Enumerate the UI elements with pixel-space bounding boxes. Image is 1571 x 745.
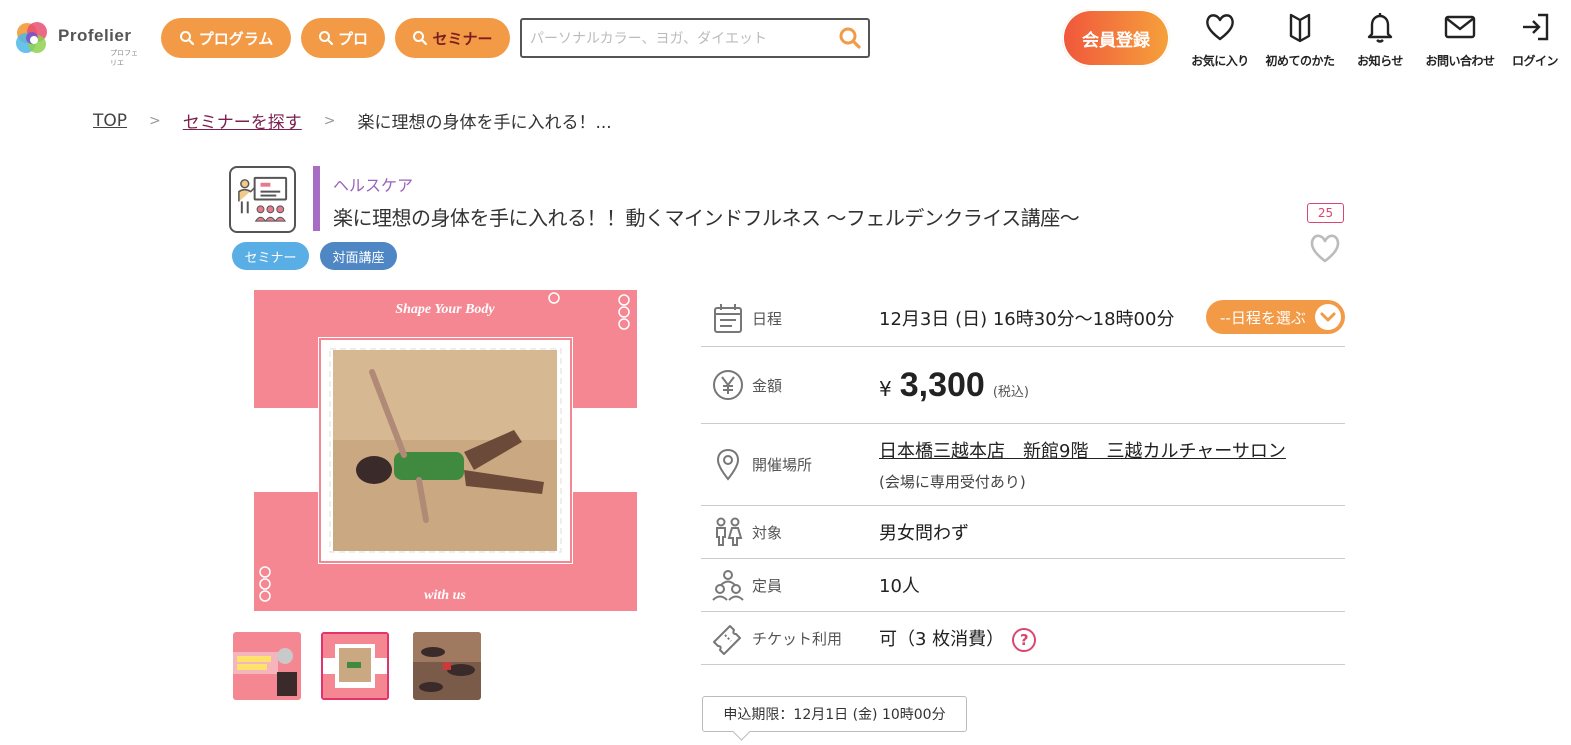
image-text-bottom: with us — [424, 588, 466, 603]
nav-beginners[interactable]: 初めてのかた — [1260, 10, 1340, 72]
thumbnail-2-selected[interactable] — [321, 632, 389, 700]
select-schedule-label: --日程を選ぶ — [1220, 308, 1306, 327]
row-ticket: チケット利用 可（3 枚消費）? — [701, 612, 1345, 665]
nav-beginners-label: 初めてのかた — [1265, 54, 1335, 68]
people-icon — [712, 570, 744, 601]
search-icon[interactable] — [838, 26, 862, 50]
target-label: 対象 — [752, 523, 783, 542]
image-text-top: Shape Your Body — [395, 302, 495, 317]
select-schedule-button[interactable]: --日程を選ぶ — [1206, 300, 1345, 334]
ticket-value: 可（3 枚消費） — [879, 628, 1005, 650]
pro-pill-label: プロ — [337, 29, 368, 48]
nav-favorites[interactable]: お気に入り — [1180, 10, 1260, 72]
nav-login-label: ログイン — [1511, 54, 1559, 68]
price-amount: 3,300 — [899, 365, 985, 404]
heart-icon — [1206, 14, 1234, 41]
logo-mark-icon — [16, 22, 47, 53]
breadcrumb: TOP > セミナーを探す > 楽に理想の身体を手に入れる！... — [93, 108, 612, 134]
price-currency: ¥ — [879, 376, 892, 401]
login-icon — [1523, 13, 1549, 41]
nav-contact-label: お問い合わせ — [1425, 54, 1495, 68]
breadcrumb-current: 楽に理想の身体を手に入れる！... — [357, 113, 612, 133]
mail-icon — [1444, 15, 1476, 39]
category-accent-bar — [313, 166, 320, 231]
badge-in-person: 対面講座 — [320, 242, 397, 270]
venue-link[interactable]: 日本橋三越本店 新館9階 三越カルチャーサロン — [879, 437, 1286, 463]
ticket-icon — [713, 625, 741, 655]
yen-icon — [713, 370, 743, 400]
row-price: 金額 ¥ 3,300 (税込) — [701, 347, 1345, 424]
favorite-heart-icon[interactable] — [1307, 230, 1343, 266]
capacity-value: 10人 — [879, 576, 920, 597]
seminar-info-table: 日程 12月3日 (日) 16時30分〜18時00分 --日程を選ぶ 金額 ¥ … — [701, 290, 1345, 665]
register-button[interactable]: 会員登録 — [1062, 9, 1170, 67]
search-icon — [413, 31, 428, 46]
price-label: 金額 — [752, 376, 783, 395]
favorite-count: 25 — [1307, 203, 1344, 223]
search-box — [520, 18, 870, 58]
badge-seminar: セミナー — [232, 242, 309, 270]
nav-notifications-label: お知らせ — [1357, 54, 1403, 68]
search-input[interactable] — [530, 28, 830, 50]
seminar-category: ヘルスケア — [333, 176, 414, 195]
location-pin-icon — [716, 448, 740, 481]
venue-label: 開催場所 — [752, 456, 813, 474]
program-pill-button[interactable]: プログラム — [161, 18, 291, 58]
presentation-icon — [238, 176, 288, 222]
logo[interactable]: Profelier プロフェリエ — [14, 20, 144, 67]
logo-text: Profelier — [58, 26, 132, 45]
seminar-main-image[interactable]: Shape Your Body with us — [254, 290, 637, 611]
male-female-icon — [716, 517, 743, 546]
chevron-down-icon — [1315, 304, 1341, 330]
target-value: 男女問わず — [879, 523, 969, 544]
row-capacity: 定員 10人 — [701, 559, 1345, 612]
application-deadline: 申込期限：12月1日 (金) 10時00分 — [702, 696, 967, 732]
seminar-category-icon — [229, 166, 296, 233]
nav-login[interactable]: ログイン — [1500, 10, 1570, 72]
nav-contact[interactable]: お問い合わせ — [1420, 10, 1500, 72]
row-venue: 開催場所 日本橋三越本店 新館9階 三越カルチャーサロン (会場に専用受付あり) — [701, 424, 1345, 506]
breadcrumb-seminar-link[interactable]: セミナーを探す — [183, 108, 302, 133]
chevron-right-icon: > — [149, 112, 161, 129]
calendar-icon — [714, 304, 742, 333]
search-icon — [318, 31, 334, 46]
row-schedule: 日程 12月3日 (日) 16時30分〜18時00分 --日程を選ぶ — [701, 290, 1345, 347]
schedule-value: 12月3日 (日) 16時30分〜18時00分 — [879, 309, 1175, 330]
help-icon[interactable]: ? — [1012, 627, 1037, 652]
book-icon — [1289, 13, 1311, 43]
bell-icon — [1367, 13, 1393, 43]
search-icon — [179, 31, 194, 46]
page-title: 楽に理想の身体を手に入れる！！動くマインドフルネス 〜フェルデンクライス講座〜 — [333, 206, 1080, 230]
row-target: 対象 男女問わず — [701, 506, 1345, 559]
nav-notifications[interactable]: お知らせ — [1340, 10, 1420, 72]
nav-favorites-label: お気に入り — [1191, 54, 1249, 68]
breadcrumb-top-link[interactable]: TOP — [93, 111, 127, 131]
price-tax-note: (税込) — [992, 384, 1029, 400]
thumbnail-3[interactable] — [413, 632, 481, 700]
capacity-label: 定員 — [752, 576, 783, 595]
logo-subtext: プロフェリエ — [110, 49, 138, 67]
thumbnail-1[interactable] — [233, 632, 301, 700]
program-pill-label: プログラム — [198, 29, 274, 48]
seminar-pill-label: セミナー — [432, 29, 493, 48]
venue-note: (会場に専用受付あり) — [879, 473, 1026, 491]
site-header: Profelier プロフェリエ プログラム プロ セミナー 会員登録 お気に入… — [0, 0, 1571, 80]
chevron-right-icon: > — [323, 112, 336, 129]
schedule-label: 日程 — [752, 309, 783, 328]
pro-pill-button[interactable]: プロ — [301, 18, 385, 58]
seminar-pill-button[interactable]: セミナー — [395, 18, 510, 58]
ticket-label: チケット利用 — [752, 629, 843, 648]
